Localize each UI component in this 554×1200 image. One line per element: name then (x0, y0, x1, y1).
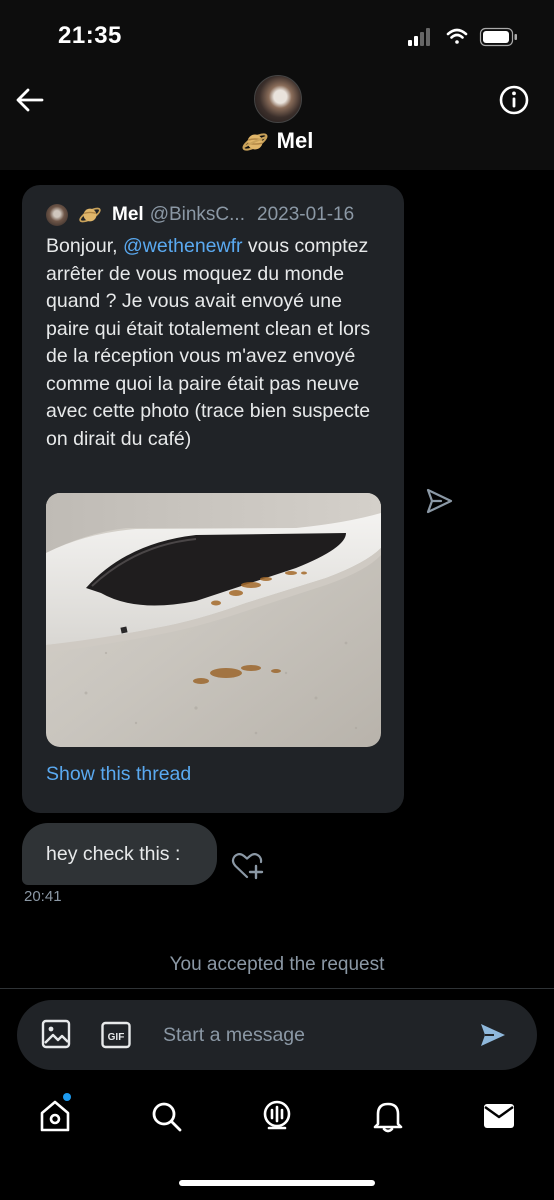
message-bubble[interactable]: hey check this : (22, 823, 217, 885)
planet-icon (242, 133, 268, 151)
status-icons (408, 26, 520, 47)
image-icon[interactable] (41, 1019, 71, 1049)
gif-icon[interactable]: GIF (101, 1021, 131, 1049)
tweet-date: 2023-01-16 (257, 204, 355, 225)
divider (0, 988, 554, 989)
status-bar: 21:35 (0, 0, 554, 70)
messages-icon[interactable] (481, 1098, 517, 1134)
conversation-title[interactable]: Mel (0, 128, 554, 156)
wifi-icon (446, 28, 468, 44)
info-icon[interactable] (498, 84, 530, 116)
notifications-icon[interactable] (370, 1098, 406, 1134)
conversation-header: Mel (0, 70, 554, 170)
message-timestamp: 20:41 (24, 888, 62, 905)
notification-dot (63, 1093, 71, 1101)
tweet-photo[interactable] (46, 493, 381, 747)
tweet-text-before: Bonjour, (46, 235, 123, 257)
svg-text:GIF: GIF (108, 1032, 125, 1043)
header-name: Mel (276, 128, 314, 153)
message-composer: GIF (17, 1000, 537, 1070)
tweet-author-avatar (46, 204, 68, 226)
tweet-author-handle: @BinksC... (149, 204, 245, 225)
tweet-author-name: Mel (112, 204, 144, 225)
message-text: hey check this : (46, 843, 181, 865)
search-icon[interactable] (148, 1098, 184, 1134)
bottom-navigation (0, 1080, 554, 1160)
home-icon[interactable] (37, 1098, 73, 1134)
battery-icon (479, 27, 517, 47)
show-thread-link[interactable]: Show this thread (46, 763, 191, 786)
spaces-icon[interactable] (259, 1098, 295, 1134)
planet-icon (79, 207, 101, 223)
tweet-text: Bonjour, @wethenewfr vous comptez arrête… (46, 233, 386, 453)
signal-icon (408, 28, 430, 46)
share-icon[interactable] (424, 486, 454, 516)
quoted-tweet-card[interactable]: Mel @BinksC... 2023-01-16 Bonjour, @wethen… (22, 185, 404, 813)
add-reaction-icon[interactable] (230, 850, 264, 882)
avatar[interactable] (254, 75, 302, 123)
tweet-text-after: vous comptez arrêter de vous moquez du m… (46, 235, 371, 450)
status-time: 21:35 (58, 22, 122, 49)
system-message: You accepted the request (169, 954, 385, 975)
quoted-tweet-header: Mel @BinksC... 2023-01-16 (46, 203, 354, 229)
mention-link[interactable]: @wethenewfr (123, 235, 243, 257)
back-arrow-icon[interactable] (14, 84, 46, 116)
send-icon[interactable] (479, 1022, 507, 1048)
home-indicator[interactable] (179, 1180, 375, 1186)
message-input[interactable] (163, 1012, 463, 1058)
